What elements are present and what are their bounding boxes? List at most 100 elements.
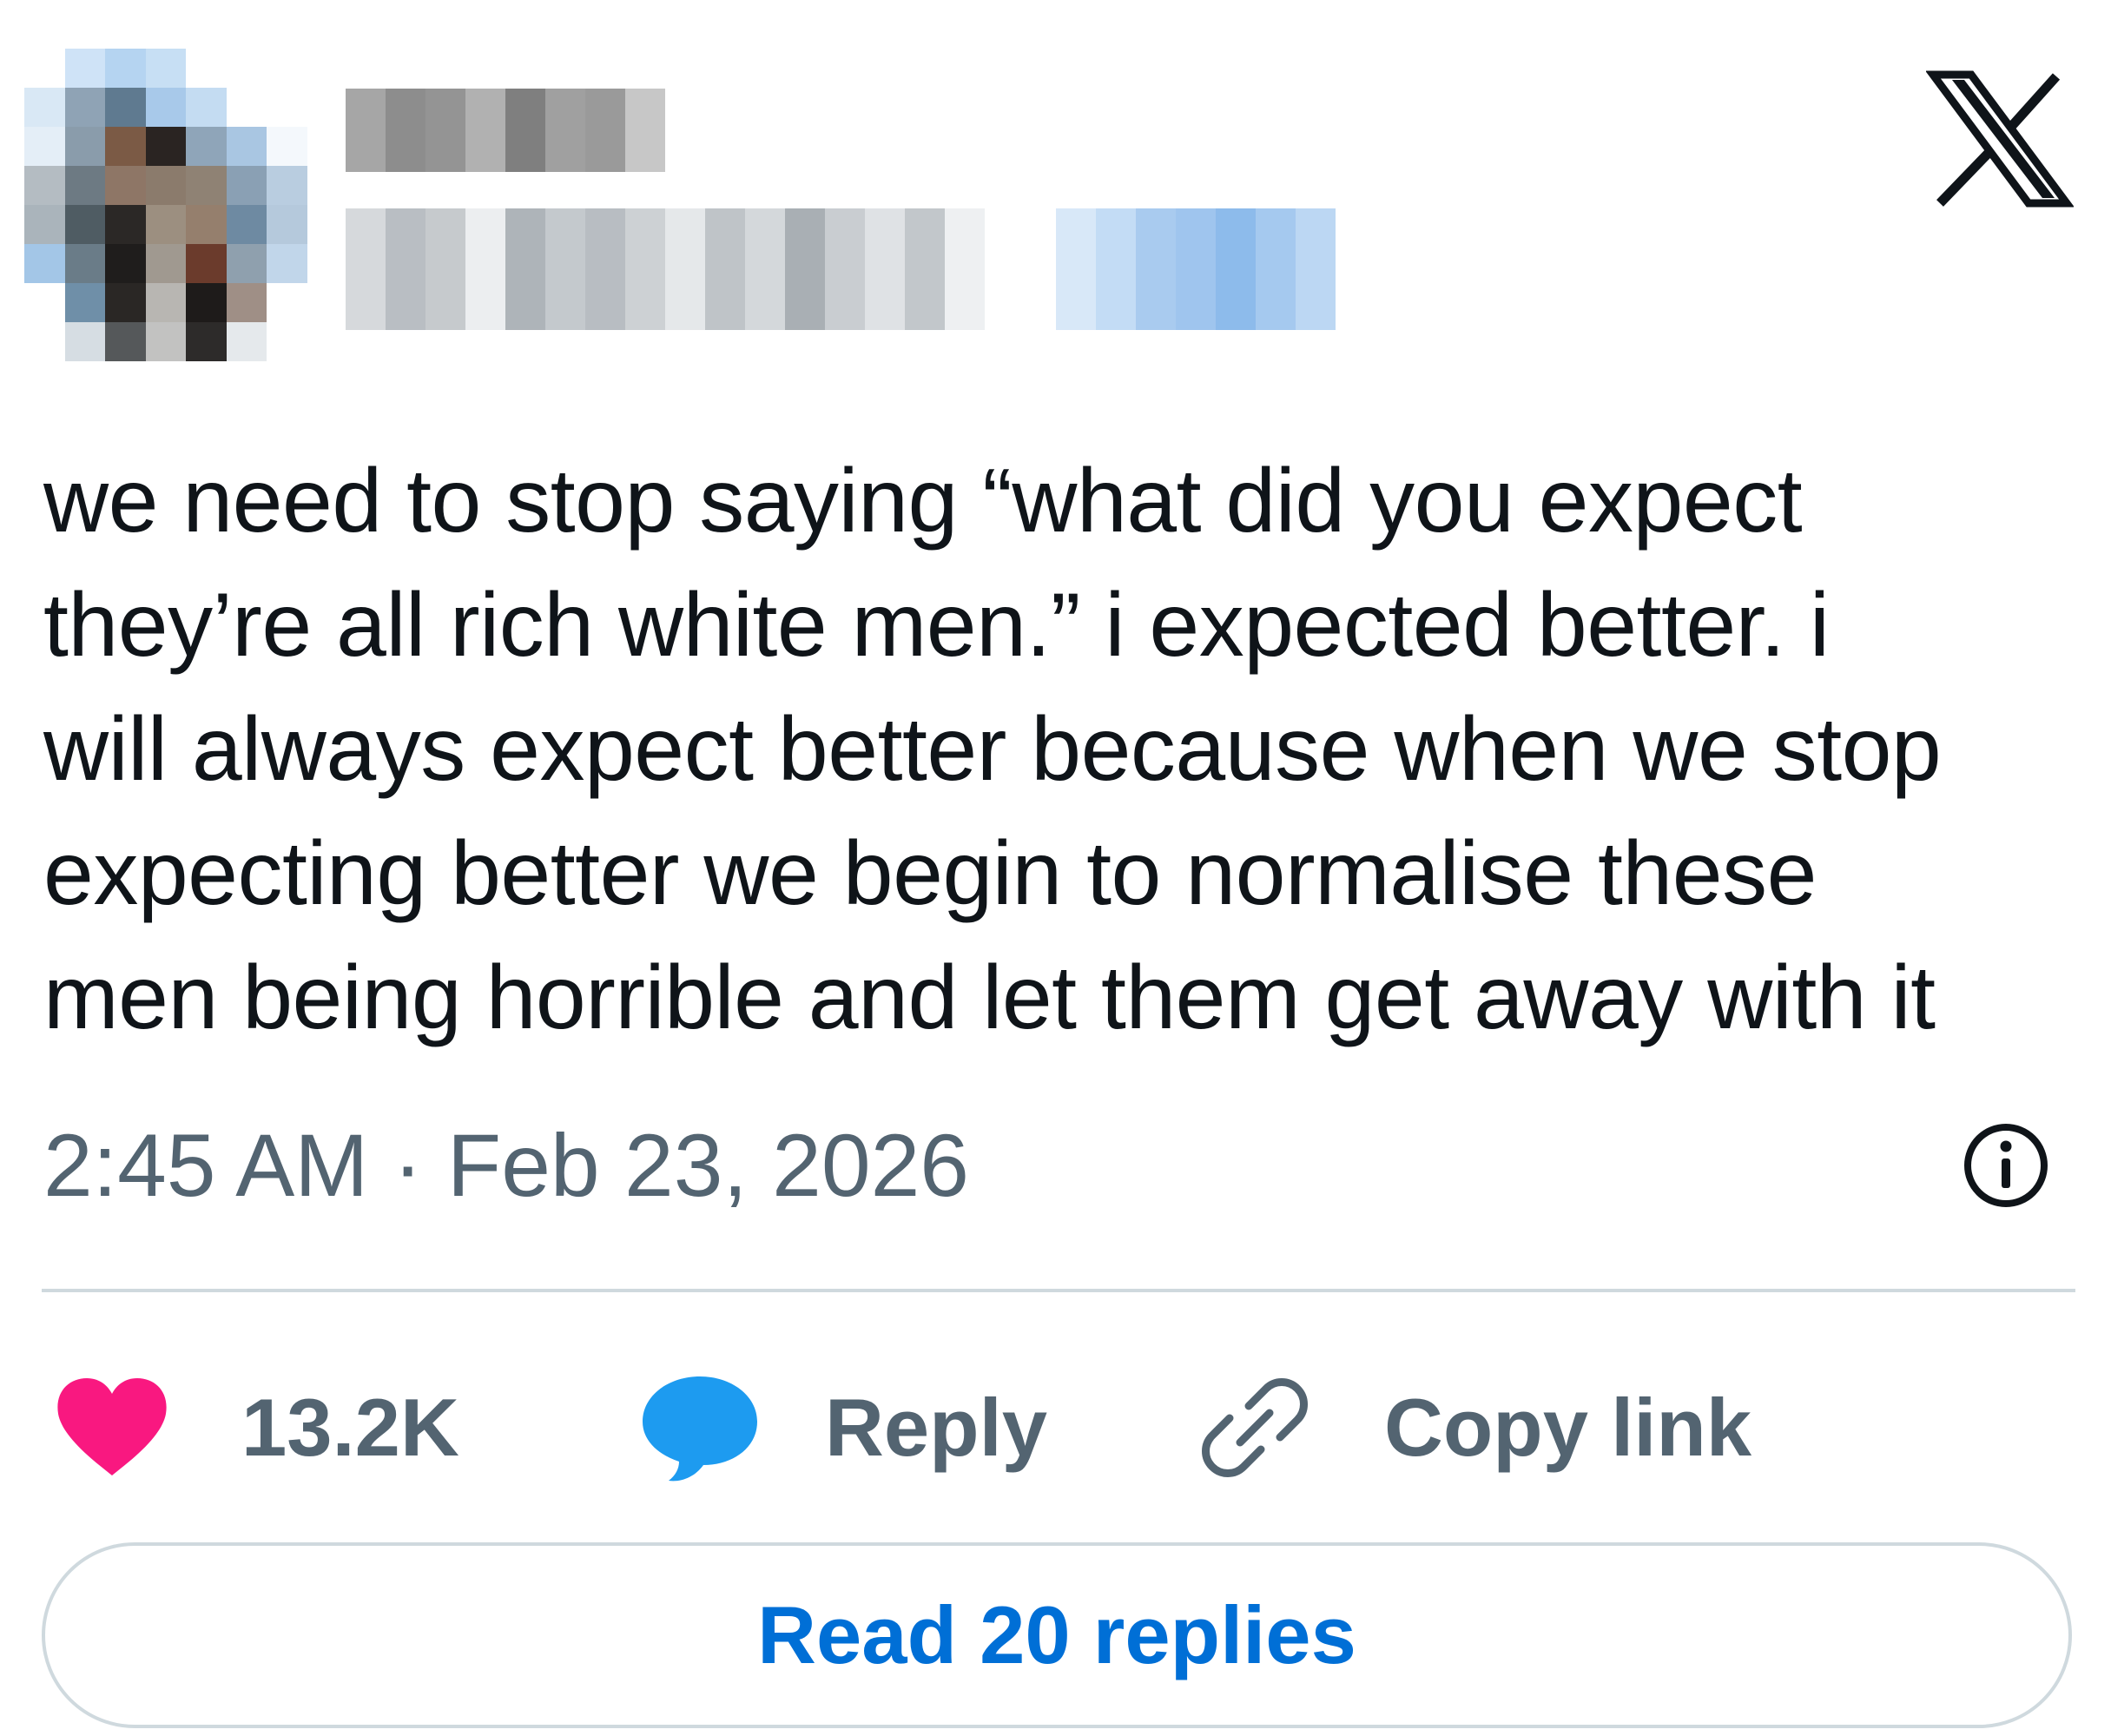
- avatar-pixel: [186, 322, 227, 361]
- avatar-pixel: [186, 205, 227, 244]
- avatar-pixel: [226, 127, 267, 166]
- avatar-pixel: [226, 205, 267, 244]
- heart-icon: [57, 1378, 167, 1475]
- avatar-pixel: [64, 283, 106, 322]
- avatar-pixel: [105, 166, 146, 205]
- blur-pixel: [386, 208, 425, 330]
- blur-pixel: [825, 208, 865, 330]
- blur-pixel: [1256, 208, 1296, 330]
- tweet-header: [0, 0, 2111, 382]
- tweet-timestamp[interactable]: 2:45 AM · Feb 23, 2026: [43, 1113, 969, 1218]
- avatar-pixel: [145, 322, 187, 361]
- tweet-text-line: they’re all rich white men.” i expected …: [43, 575, 1830, 676]
- avatar-pixel: [267, 205, 307, 244]
- blur-pixel: [1176, 208, 1216, 330]
- like-count: 13.2K: [241, 1382, 459, 1473]
- read-replies-button[interactable]: Read 20 replies: [42, 1542, 2072, 1728]
- avatar-pixel: [226, 49, 267, 88]
- author-name[interactable]: [346, 89, 665, 172]
- avatar-pixel: [24, 127, 65, 166]
- avatar-pixel: [145, 88, 187, 127]
- avatar-pixel: [226, 244, 267, 283]
- tweet-text-line: men being horrible and let them get away…: [43, 947, 1936, 1048]
- blur-pixel: [425, 208, 465, 330]
- avatar-pixel: [186, 283, 227, 322]
- blur-pixel: [905, 208, 945, 330]
- blur-pixel: [505, 89, 545, 172]
- avatar-pixel: [105, 205, 146, 244]
- avatar-pixel: [24, 283, 65, 322]
- reply-label: Reply: [825, 1382, 1047, 1473]
- avatar-pixel: [105, 49, 146, 88]
- avatar-pixel: [267, 127, 307, 166]
- avatar[interactable]: [24, 49, 307, 361]
- like-button[interactable]: 13.2K: [54, 1367, 459, 1488]
- avatar-pixel: [226, 283, 267, 322]
- tweet-text: we need to stop saying “what did you exp…: [43, 439, 2084, 1060]
- avatar-pixel: [24, 322, 65, 361]
- avatar-pixel: [24, 244, 65, 283]
- avatar-pixel: [64, 205, 106, 244]
- avatar-pixel: [226, 88, 267, 127]
- copy-link-button[interactable]: Copy link: [1198, 1367, 1751, 1488]
- avatar-pixel: [145, 127, 187, 166]
- blur-pixel: [1056, 208, 1096, 330]
- avatar-pixel: [267, 88, 307, 127]
- blur-pixel: [1136, 208, 1176, 330]
- author-handle[interactable]: [346, 208, 985, 330]
- avatar-pixel: [267, 244, 307, 283]
- avatar-pixel: [186, 88, 227, 127]
- avatar-pixel: [64, 322, 106, 361]
- x-logo-icon[interactable]: [1926, 69, 2074, 208]
- avatar-pixel: [186, 49, 227, 88]
- avatar-pixel: [186, 166, 227, 205]
- blur-pixel: [625, 89, 665, 172]
- tweet-text-line: will always expect better because when w…: [43, 699, 1942, 800]
- tweet-date: Feb 23, 2026: [446, 1116, 970, 1215]
- avatar-pixel: [267, 166, 307, 205]
- avatar-pixel: [186, 244, 227, 283]
- blur-pixel: [465, 208, 505, 330]
- blur-pixel: [705, 208, 745, 330]
- blur-pixel: [745, 208, 785, 330]
- meta-separator: ·: [368, 1116, 447, 1215]
- blur-pixel: [865, 208, 905, 330]
- tweet-text-line: expecting better we begin to normalise t…: [43, 823, 1817, 924]
- avatar-pixel: [267, 322, 307, 361]
- avatar-pixel: [24, 166, 65, 205]
- avatar-pixel: [64, 49, 106, 88]
- blur-pixel: [386, 89, 425, 172]
- avatar-pixel: [145, 49, 187, 88]
- blur-pixel: [1216, 208, 1256, 330]
- blur-pixel: [1296, 208, 1336, 330]
- blur-pixel: [785, 208, 825, 330]
- avatar-pixel: [145, 244, 187, 283]
- divider: [42, 1289, 2075, 1292]
- read-replies-label: Read 20 replies: [757, 1589, 1356, 1680]
- avatar-pixel: [226, 166, 267, 205]
- blur-pixel: [505, 208, 545, 330]
- avatar-pixel: [105, 283, 146, 322]
- blur-pixel: [665, 208, 705, 330]
- info-icon[interactable]: [1961, 1120, 2051, 1211]
- avatar-pixel: [226, 322, 267, 361]
- blur-pixel: [945, 208, 985, 330]
- speech-bubble-icon: [643, 1376, 757, 1482]
- avatar-pixel: [64, 88, 106, 127]
- avatar-pixel: [24, 49, 65, 88]
- tweet-text-line: we need to stop saying “what did you exp…: [43, 451, 1803, 551]
- avatar-pixel: [105, 127, 146, 166]
- avatar-pixel: [105, 322, 146, 361]
- blur-pixel: [425, 89, 465, 172]
- reply-button[interactable]: Reply: [639, 1367, 1047, 1488]
- avatar-pixel: [267, 49, 307, 88]
- avatar-pixel: [105, 244, 146, 283]
- avatar-pixel: [64, 166, 106, 205]
- follow-link[interactable]: [1056, 208, 1336, 330]
- avatar-pixel: [186, 127, 227, 166]
- avatar-pixel: [145, 283, 187, 322]
- avatar-pixel: [145, 205, 187, 244]
- avatar-pixel: [105, 88, 146, 127]
- avatar-pixel: [267, 283, 307, 322]
- avatar-pixel: [64, 127, 106, 166]
